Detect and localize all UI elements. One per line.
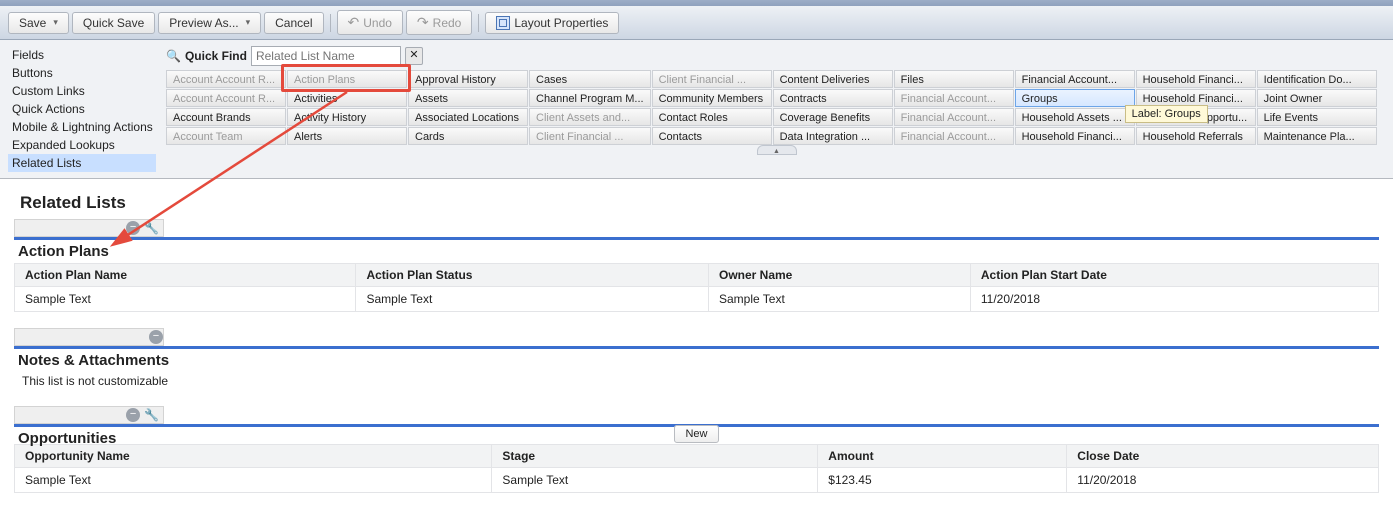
palette-cell[interactable]: Cases	[529, 70, 651, 88]
redo-icon	[417, 14, 429, 31]
remove-icon[interactable]: −	[149, 330, 163, 344]
palette-cell[interactable]: Financial Account...	[1015, 70, 1135, 88]
palette-cell[interactable]: Associated Locations	[408, 108, 528, 126]
palette-cell[interactable]: Client Financial ...	[529, 127, 651, 145]
col-header: Close Date	[1067, 445, 1379, 468]
palette-cell[interactable]: Channel Program M...	[529, 89, 651, 107]
related-lists-heading: Related Lists	[14, 189, 1379, 219]
col-header: Action Plan Status	[356, 264, 709, 287]
action-plans-table: Action Plan Name Action Plan Status Owne…	[14, 263, 1379, 312]
col-header: Action Plan Start Date	[970, 264, 1378, 287]
palette-cell[interactable]: Action Plans	[287, 70, 407, 88]
list-controls: −	[14, 328, 164, 346]
palette-panel: Quick Find ✕ Account Account R...Account…	[160, 40, 1393, 178]
remove-icon[interactable]: −	[126, 221, 140, 235]
palette-cell[interactable]: Assets	[408, 89, 528, 107]
opportunities-title: Opportunities	[18, 430, 116, 447]
list-controls: − 🔧	[14, 406, 164, 424]
palette-cell[interactable]: Household Assets ...	[1015, 108, 1135, 126]
opportunities-table: Opportunity Name Stage Amount Close Date…	[14, 444, 1379, 493]
palette-cell[interactable]: Account Team	[166, 127, 286, 145]
palette-cell[interactable]: Account Account R...	[166, 89, 286, 107]
layout-icon	[496, 16, 510, 30]
sidebar-item[interactable]: Related Lists	[8, 154, 156, 172]
palette-cell[interactable]: Activity History	[287, 108, 407, 126]
quick-find-label: Quick Find	[185, 49, 247, 63]
palette-cell[interactable]: Contact Roles	[652, 108, 772, 126]
quick-save-button[interactable]: Quick Save	[72, 12, 155, 34]
undo-icon	[348, 14, 360, 31]
palette-cell[interactable]: Maintenance Pla...	[1257, 127, 1377, 145]
palette-cell[interactable]: Life Events	[1257, 108, 1377, 126]
palette-cell[interactable]: Activities	[287, 89, 407, 107]
list-controls: − 🔧	[14, 219, 164, 237]
editor-toolbar: Save Quick Save Preview As... Cancel Und…	[0, 6, 1393, 40]
sidebar-item[interactable]: Fields	[8, 46, 156, 64]
collapse-handle[interactable]	[757, 145, 797, 155]
palette-cell[interactable]: Alerts	[287, 127, 407, 145]
palette-cell[interactable]: Groups	[1015, 89, 1135, 107]
remove-icon[interactable]: −	[126, 408, 140, 422]
save-button[interactable]: Save	[8, 12, 69, 34]
palette-cell[interactable]: Coverage Benefits	[773, 108, 893, 126]
cancel-button[interactable]: Cancel	[264, 12, 323, 34]
table-row: Sample Text Sample Text Sample Text 11/2…	[15, 287, 1379, 312]
palette-cell[interactable]: Cards	[408, 127, 528, 145]
palette-cell[interactable]: Household Referrals	[1136, 127, 1256, 145]
col-header: Opportunity Name	[15, 445, 492, 468]
layout-properties-button[interactable]: Layout Properties	[485, 12, 619, 34]
sidebar-item[interactable]: Buttons	[8, 64, 156, 82]
wrench-icon[interactable]: 🔧	[144, 408, 159, 422]
palette-cell[interactable]: Client Assets and...	[529, 108, 651, 126]
palette-cell[interactable]: Financial Account...	[894, 108, 1014, 126]
sidebar-item[interactable]: Expanded Lookups	[8, 136, 156, 154]
sidebar-item[interactable]: Quick Actions	[8, 100, 156, 118]
clear-search-button[interactable]: ✕	[405, 47, 423, 65]
sidebar-item[interactable]: Custom Links	[8, 82, 156, 100]
wrench-icon[interactable]: 🔧	[144, 221, 159, 235]
col-header: Owner Name	[709, 264, 971, 287]
sidebar-item[interactable]: Mobile & Lightning Actions	[8, 118, 156, 136]
palette-cell[interactable]: Household Financi...	[1015, 127, 1135, 145]
palette-cell[interactable]: Account Brands	[166, 108, 286, 126]
palette-cell[interactable]: Contacts	[652, 127, 772, 145]
col-header: Stage	[492, 445, 818, 468]
palette-cell[interactable]: Data Integration ...	[773, 127, 893, 145]
palette-cell[interactable]: Financial Account...	[894, 127, 1014, 145]
palette-cell[interactable]: Joint Owner	[1257, 89, 1377, 107]
palette-cell[interactable]: Community Members	[652, 89, 772, 107]
search-icon	[166, 49, 181, 63]
notes-title: Notes & Attachments	[14, 349, 1379, 372]
palette-cell[interactable]: Household Financi...	[1136, 70, 1256, 88]
new-button[interactable]: New	[674, 425, 718, 443]
palette-cell[interactable]: Contracts	[773, 89, 893, 107]
undo-button[interactable]: Undo	[337, 10, 403, 35]
palette-cell[interactable]: Financial Account...	[894, 89, 1014, 107]
action-plans-title: Action Plans	[14, 240, 1379, 263]
preview-as-button[interactable]: Preview As...	[158, 12, 261, 34]
notes-subtext: This list is not customizable	[14, 372, 1379, 390]
quick-find-input[interactable]	[251, 46, 401, 66]
palette-cell[interactable]: Client Financial ...	[652, 70, 772, 88]
palette-cell[interactable]: Approval History	[408, 70, 528, 88]
tooltip: Label: Groups	[1125, 105, 1208, 123]
col-header: Amount	[818, 445, 1067, 468]
redo-button[interactable]: Redo	[406, 10, 472, 35]
palette-category-sidebar: FieldsButtonsCustom LinksQuick ActionsMo…	[0, 40, 160, 178]
palette-cell[interactable]: Files	[894, 70, 1014, 88]
palette-cell[interactable]: Identification Do...	[1257, 70, 1377, 88]
palette-cell[interactable]: Content Deliveries	[773, 70, 893, 88]
table-row: Sample Text Sample Text $123.45 11/20/20…	[15, 468, 1379, 493]
palette-cell[interactable]: Account Account R...	[166, 70, 286, 88]
col-header: Action Plan Name	[15, 264, 356, 287]
